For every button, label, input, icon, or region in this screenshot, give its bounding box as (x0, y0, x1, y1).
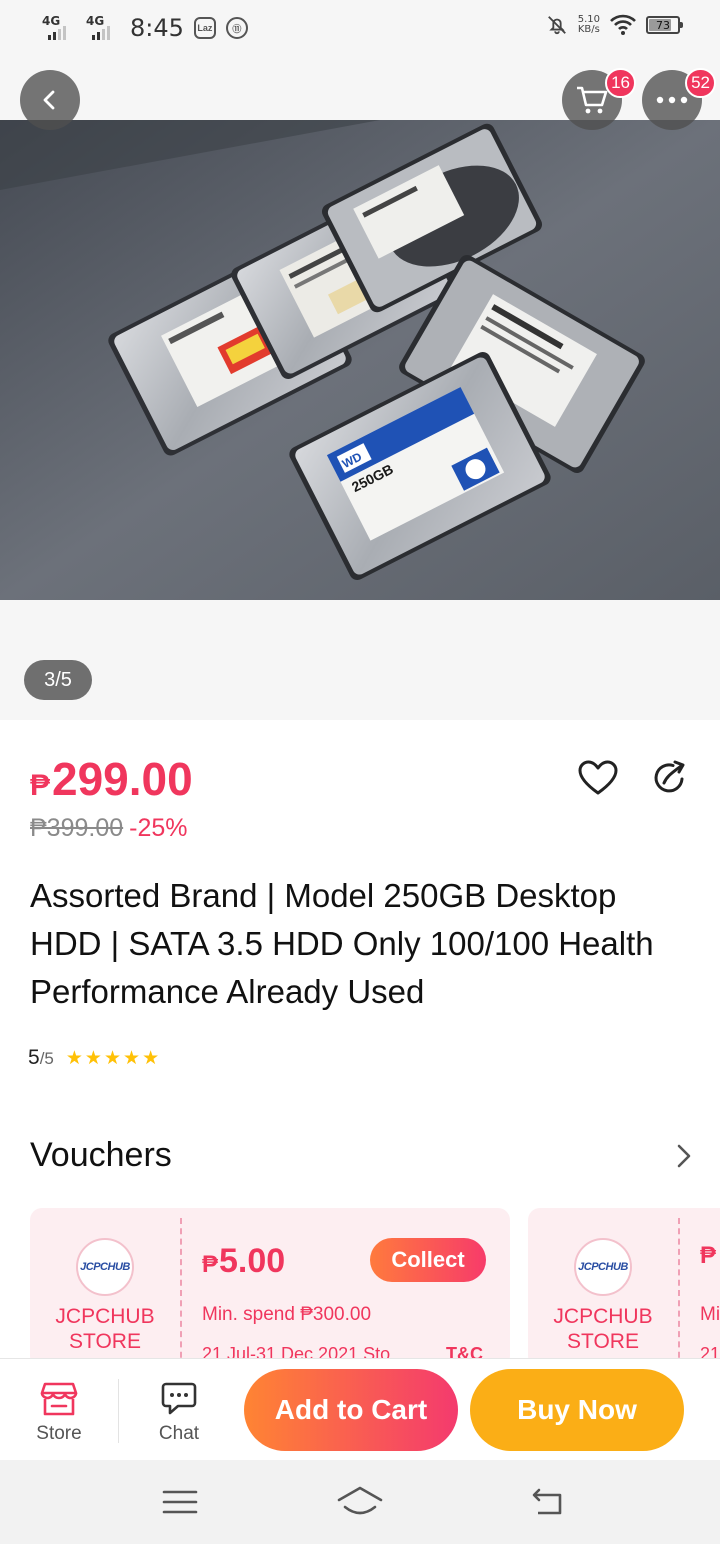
battery-level: 73 (656, 18, 670, 32)
system-back-button[interactable] (524, 1480, 572, 1524)
more-badge: 52 (685, 68, 716, 98)
voucher-min-spend: Min. spend ₱300.00 (202, 1304, 372, 1325)
price-value: 299.00 (52, 753, 193, 805)
net-speed-unit: KB/s (577, 24, 600, 35)
hdd-photo: WD 250GB (0, 120, 720, 600)
collect-button[interactable]: Collect (370, 1238, 486, 1282)
mute-bell-icon (547, 16, 566, 35)
price-currency: ₱ (30, 769, 51, 802)
voucher-store-name: JCPCHUB STORE (553, 1305, 653, 1353)
recent-apps-button[interactable] (156, 1480, 204, 1524)
tab-divider (118, 1379, 119, 1443)
bottom-action-bar: Store Chat Add to Cart Buy Now (0, 1358, 720, 1460)
cart-badge: 16 (605, 68, 636, 98)
share-icon (654, 760, 685, 793)
wishlist-button[interactable] (576, 756, 620, 800)
voucher-min-spend: Mi (700, 1304, 720, 1325)
chat-icon (161, 1382, 197, 1415)
product-image[interactable]: WD 250GB (0, 120, 720, 600)
status-right: 5.10 KB/s 73 (546, 14, 683, 36)
lazada-notification-icon: Laz (193, 17, 216, 39)
voucher-details: ₱ Mi 21 (700, 1208, 720, 1368)
vouchers-heading: Vouchers (30, 1136, 172, 1174)
discount-badge: -25% (129, 814, 188, 842)
store-logo: JCPCHUB (76, 1238, 134, 1296)
voucher-card[interactable]: JCPCHUB JCPCHUB STORE ₱ Mi 21 (528, 1208, 720, 1368)
image-counter: 3/5 (24, 660, 92, 700)
cart-icon (577, 86, 608, 114)
status-bar: 4G 4G 8:45 Laz ⑪ 5.10 KB/s 73 (0, 0, 720, 58)
signal-2-icon: 4G (84, 14, 118, 42)
rating-value: 5 (28, 1046, 40, 1069)
chat-tab[interactable]: Chat (134, 1381, 224, 1445)
heart-icon (578, 760, 618, 795)
original-price: ₱399.00 (30, 814, 124, 842)
star-icon: ★ (123, 1048, 141, 1069)
rating-max: /5 (39, 1049, 54, 1068)
store-icon (40, 1382, 78, 1416)
voucher-amount: ₱ 5.00 (202, 1242, 285, 1281)
home-icon (337, 1486, 383, 1515)
more-button[interactable]: 52 (642, 68, 716, 130)
original-price-row: ₱399.00 -25% (30, 814, 188, 843)
chevron-right-icon (677, 1144, 691, 1168)
voucher-store: JCPCHUB JCPCHUB STORE (528, 1208, 678, 1368)
battery-icon: 73 (646, 16, 683, 34)
back-icon (43, 90, 55, 110)
voucher-divider (678, 1218, 680, 1368)
rating-stars: ★ ★ ★ ★ ★ (66, 1047, 159, 1070)
voucher-card[interactable]: JCPCHUB JCPCHUB STORE ₱ 5.00 Collect Min… (30, 1208, 510, 1368)
voucher-details: ₱ 5.00 Collect Min. spend ₱300.00 21 Jul… (202, 1208, 510, 1368)
star-icon: ★ (142, 1048, 160, 1069)
star-icon: ★ (84, 1048, 102, 1069)
signal-1-icon: 4G (40, 14, 74, 42)
clock: 8:45 (130, 14, 184, 42)
product-title: Assorted Brand | Model 250GB Desktop HDD… (30, 877, 654, 1010)
net-speed: 5.10 KB/s (578, 15, 600, 35)
home-button[interactable] (336, 1480, 384, 1524)
store-tab-label: Store (36, 1423, 82, 1444)
share-button[interactable] (648, 756, 692, 800)
menu-icon (162, 1490, 198, 1514)
back-button[interactable] (20, 70, 80, 130)
app-notification-icon: ⑪ (225, 17, 248, 39)
store-tab[interactable]: Store (14, 1381, 104, 1445)
voucher-currency: ₱ (700, 1242, 717, 1269)
voucher-currency: ₱ (202, 1251, 219, 1278)
product-price: ₱ 299.00 (30, 752, 193, 806)
status-left: 4G 4G 8:45 Laz ⑪ (40, 14, 248, 42)
store-logo: JCPCHUB (574, 1238, 632, 1296)
star-icon: ★ (65, 1048, 83, 1069)
voucher-divider (180, 1218, 182, 1368)
wifi-icon (610, 14, 636, 35)
voucher-store: JCPCHUB JCPCHUB STORE (30, 1208, 180, 1368)
voucher-store-name: JCPCHUB STORE (55, 1305, 155, 1353)
more-icon (656, 96, 688, 104)
system-navigation-bar (0, 1460, 720, 1544)
cart-button[interactable]: 16 (562, 68, 636, 130)
add-to-cart-button[interactable]: Add to Cart (244, 1369, 458, 1451)
rating-score: 5/5 (28, 1046, 54, 1070)
voucher-amount: ₱ (700, 1242, 717, 1270)
chat-tab-label: Chat (158, 1423, 200, 1444)
buy-now-button[interactable]: Buy Now (470, 1369, 684, 1451)
star-icon: ★ (103, 1048, 122, 1069)
nav-back-icon (532, 1488, 562, 1515)
vouchers-more-button[interactable] (668, 1136, 700, 1176)
product-rating[interactable]: 5/5 ★ ★ ★ ★ ★ (28, 1046, 159, 1070)
voucher-value: 5.00 (219, 1242, 286, 1280)
gallery-strip (0, 600, 720, 720)
